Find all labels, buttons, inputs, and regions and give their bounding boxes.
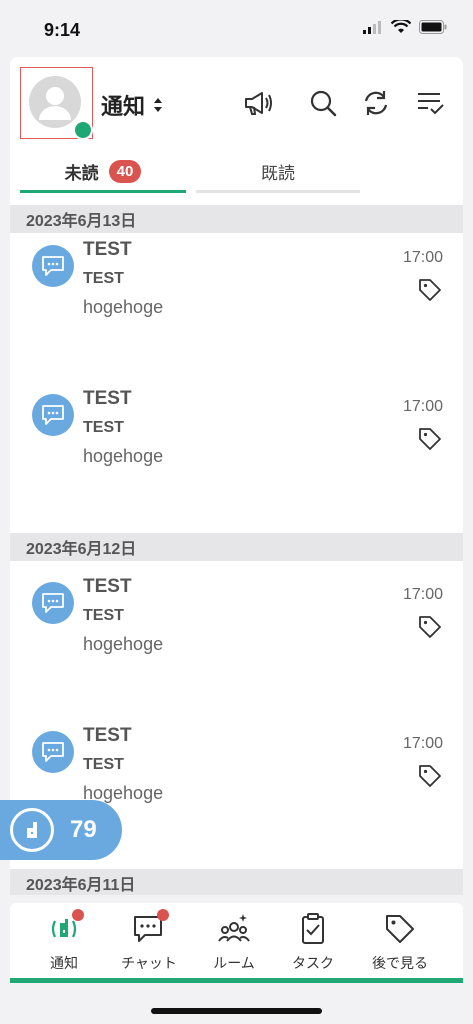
item-time: 17:00 [402,586,443,603]
chat-dot [157,909,169,921]
wifi-icon [391,20,411,33]
tab-read[interactable]: 既読 [196,153,360,193]
tab-unread-label: 未読 [64,164,99,183]
nav-chat[interactable]: チャット [109,909,189,971]
refresh-icon[interactable] [360,87,392,119]
search-icon[interactable] [307,87,339,119]
status-bar: 9:14 [0,0,473,56]
notification-item[interactable]: TEST TEST hogehoge 17:00 [10,382,463,532]
avatar-button[interactable] [20,67,93,140]
item-body: hogehoge [83,446,164,466]
presence-indicator [73,120,93,140]
tag-icon[interactable] [417,426,443,452]
battery-icon [419,20,447,34]
nav-label: ルーム [213,955,255,971]
app-logo-icon [10,808,54,852]
page-title[interactable]: 通知 [101,89,163,121]
item-body: hogehoge [83,297,164,317]
unread-count-badge: 40 [108,160,142,183]
item-subtitle: TEST [83,270,124,287]
item-time: 17:00 [402,398,443,415]
tag-icon[interactable] [417,614,443,640]
tab-bar: 未読 40 既読 [20,153,460,195]
notification-dot [72,909,84,921]
bottom-nav: 通知 チャット ルーム タスク 後で見る [10,903,463,983]
nav-label: チャット [121,955,177,971]
chat-bubble-icon [32,394,74,436]
tag-icon [382,911,418,947]
date-header: 2023年6月12日 [10,533,463,561]
chat-bubble-icon [32,245,74,287]
item-subtitle: TEST [83,607,124,624]
nav-label: 後で見る [372,955,428,971]
floating-count: 79 [70,816,97,843]
page-title-text: 通知 [101,94,146,119]
tag-icon[interactable] [417,763,443,789]
header: 通知 [10,57,463,147]
item-subtitle: TEST [83,756,124,773]
mark-read-icon[interactable] [414,87,446,119]
item-time: 17:00 [402,735,443,752]
notification-icon [46,909,84,947]
notification-card: 通知 未読 40 既読 2023年6月13日 TEST TEST hogehog… [10,57,463,895]
date-header: 2023年6月13日 [10,205,463,233]
floating-unread-badge[interactable]: 79 [0,800,122,860]
chat-icon [131,909,169,947]
item-body: hogehoge [83,634,164,654]
chat-bubble-icon [32,731,74,773]
tab-read-label: 既読 [261,164,295,183]
notification-item[interactable]: TEST TEST hogehoge 17:00 [10,570,463,720]
signal-icon [363,21,381,34]
item-time: 17:00 [402,249,443,266]
chat-bubble-icon [32,582,74,624]
room-icon [216,911,252,947]
task-icon [295,911,331,947]
nav-notification[interactable]: 通知 [24,909,104,971]
notification-item[interactable]: TEST TEST hogehoge 17:00 [10,233,463,383]
home-indicator [151,1008,322,1014]
nav-label: タスク [292,955,334,971]
avatar [29,76,81,128]
nav-task[interactable]: タスク [273,911,353,971]
status-icons [363,20,447,34]
nav-label: 通知 [50,955,78,971]
item-title: TEST [83,239,132,260]
nav-later[interactable]: 後で見る [360,911,440,971]
nav-room[interactable]: ルーム [194,911,274,971]
user-icon [39,87,71,120]
status-time: 9:14 [44,20,81,40]
megaphone-icon[interactable] [242,87,274,119]
tab-unread[interactable]: 未読 40 [20,153,186,193]
item-subtitle: TEST [83,419,124,436]
item-title: TEST [83,576,132,597]
date-header: 2023年6月11日 [10,869,463,895]
tag-icon[interactable] [417,277,443,303]
item-title: TEST [83,725,132,746]
item-title: TEST [83,388,132,409]
sort-icon [154,98,163,112]
